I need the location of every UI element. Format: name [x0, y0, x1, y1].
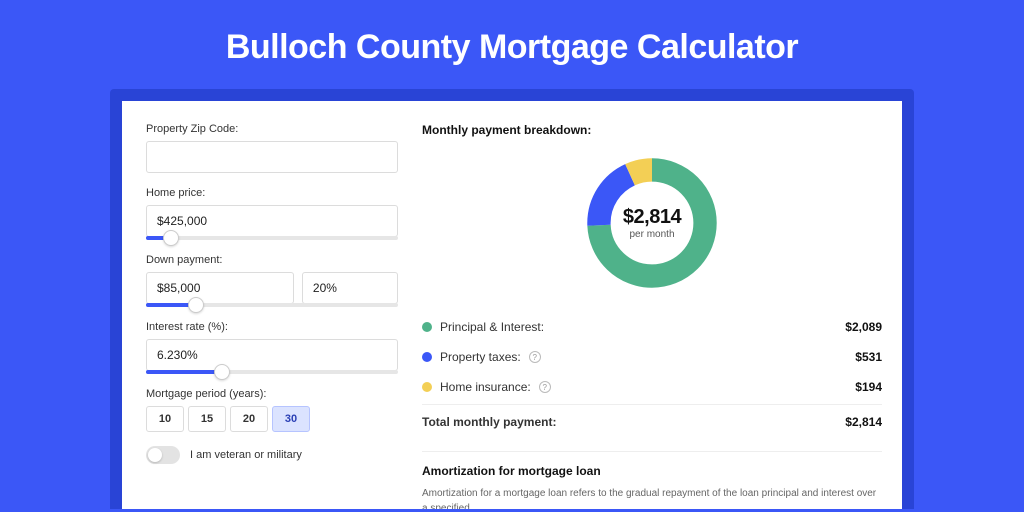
- zip-field: Property Zip Code:: [146, 123, 398, 173]
- period-button-15[interactable]: 15: [188, 406, 226, 432]
- home-price-input[interactable]: [146, 205, 398, 237]
- interest-slider[interactable]: [146, 370, 398, 374]
- legend-label: Principal & Interest:: [440, 320, 544, 334]
- total-row: Total monthly payment: $2,814: [422, 404, 882, 437]
- legend-value: $194: [855, 380, 882, 394]
- down-payment-field: Down payment:: [146, 254, 398, 307]
- down-payment-label: Down payment:: [146, 254, 398, 266]
- amortization-section: Amortization for mortgage loan Amortizat…: [422, 451, 882, 509]
- period-label: Mortgage period (years):: [146, 388, 398, 400]
- period-button-10[interactable]: 10: [146, 406, 184, 432]
- period-buttons: 10152030: [146, 406, 398, 432]
- interest-field: Interest rate (%):: [146, 321, 398, 374]
- legend-label: Home insurance:: [440, 380, 531, 394]
- info-icon[interactable]: ?: [539, 381, 551, 393]
- calculator-card: Property Zip Code: Home price: Down paym…: [122, 101, 902, 509]
- down-payment-amount-input[interactable]: [146, 272, 294, 304]
- down-payment-percent-input[interactable]: [302, 272, 398, 304]
- veteran-toggle[interactable]: [146, 446, 180, 464]
- legend-label: Property taxes:: [440, 350, 521, 364]
- zip-input[interactable]: [146, 141, 398, 173]
- legend-dot-icon: [422, 322, 432, 332]
- card-outer: Property Zip Code: Home price: Down paym…: [110, 89, 914, 509]
- donut-center: $2,814 per month: [582, 153, 722, 293]
- legend-dot-icon: [422, 352, 432, 362]
- amortization-text: Amortization for a mortgage loan refers …: [422, 486, 882, 509]
- breakdown-legend: Principal & Interest: $2,089 Property taxe…: [422, 311, 882, 402]
- period-button-20[interactable]: 20: [230, 406, 268, 432]
- donut-sublabel: per month: [629, 229, 674, 240]
- page-title: Bulloch County Mortgage Calculator: [0, 0, 1024, 89]
- total-value: $2,814: [845, 415, 882, 429]
- legend-dot-icon: [422, 382, 432, 392]
- home-price-slider[interactable]: [146, 236, 398, 240]
- period-button-30[interactable]: 30: [272, 406, 310, 432]
- payment-donut-chart: $2,814 per month: [582, 153, 722, 293]
- donut-container: $2,814 per month: [422, 153, 882, 293]
- info-icon[interactable]: ?: [529, 351, 541, 363]
- home-price-field: Home price:: [146, 187, 398, 240]
- legend-row: Property taxes:? $531: [422, 342, 882, 372]
- veteran-row: I am veteran or military: [146, 446, 398, 464]
- down-payment-slider[interactable]: [146, 303, 398, 307]
- interest-label: Interest rate (%):: [146, 321, 398, 333]
- donut-value: $2,814: [623, 206, 681, 229]
- legend-value: $531: [855, 350, 882, 364]
- form-panel: Property Zip Code: Home price: Down paym…: [146, 123, 398, 509]
- breakdown-title: Monthly payment breakdown:: [422, 123, 882, 137]
- legend-row: Principal & Interest: $2,089: [422, 312, 882, 342]
- legend-row: Home insurance:? $194: [422, 372, 882, 402]
- home-price-label: Home price:: [146, 187, 398, 199]
- interest-input[interactable]: [146, 339, 398, 371]
- total-label: Total monthly payment:: [422, 415, 556, 429]
- zip-label: Property Zip Code:: [146, 123, 398, 135]
- amortization-title: Amortization for mortgage loan: [422, 464, 882, 478]
- legend-value: $2,089: [845, 320, 882, 334]
- breakdown-panel: Monthly payment breakdown: $2,814 per mo…: [422, 123, 882, 509]
- veteran-label: I am veteran or military: [190, 449, 302, 461]
- period-field: Mortgage period (years): 10152030: [146, 388, 398, 432]
